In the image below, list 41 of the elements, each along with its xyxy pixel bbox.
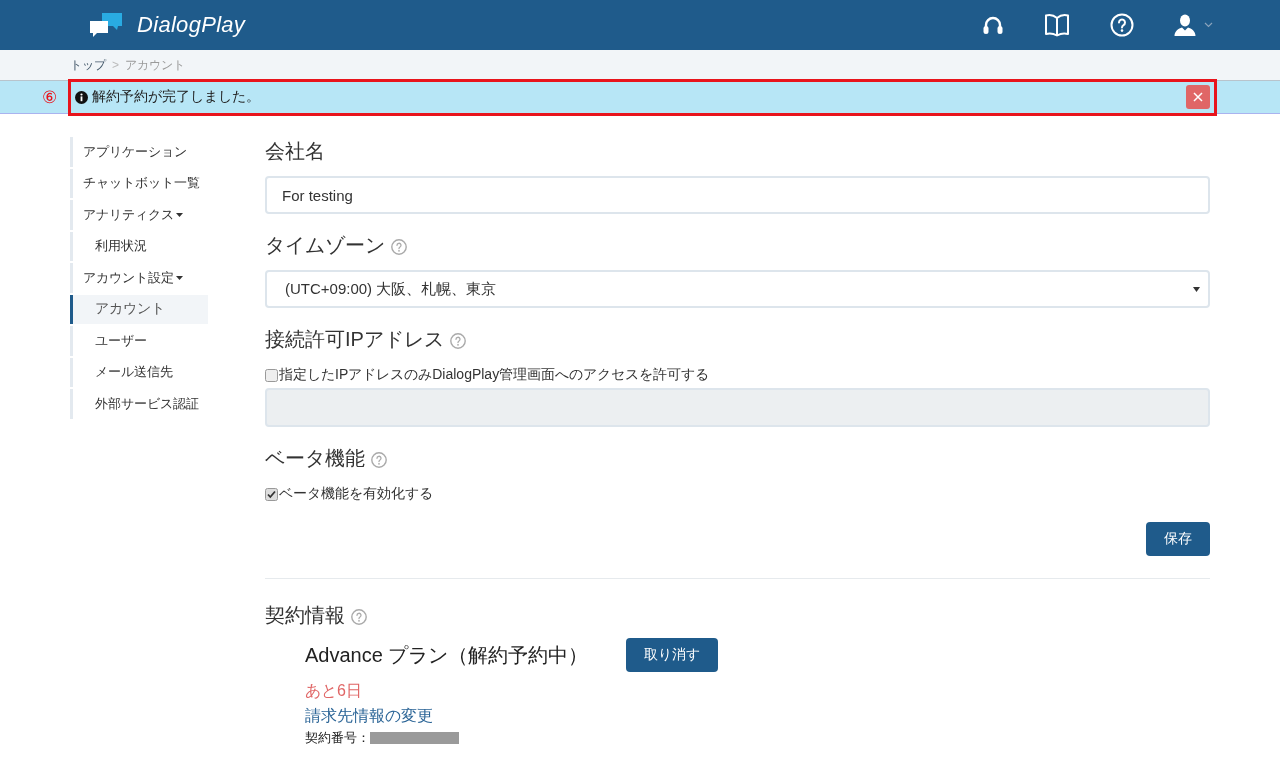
breadcrumb-separator: > bbox=[112, 58, 119, 72]
breadcrumb-link[interactable]: トップ bbox=[70, 56, 106, 74]
sidebar-item[interactable]: アカウント設定 bbox=[70, 263, 208, 293]
close-icon bbox=[1193, 92, 1203, 102]
checkbox-label: 指定したIPアドレスのみDialogPlay管理画面へのアクセスを許可する bbox=[279, 366, 710, 384]
alert-message: 解約予約が完了しました。 bbox=[92, 88, 260, 106]
plan-name: Advance プラン（解約予約中） bbox=[305, 642, 589, 668]
close-button[interactable] bbox=[1186, 85, 1210, 109]
sidebar-item[interactable]: 外部サービス認証 bbox=[70, 389, 208, 419]
breadcrumb-current: アカウント bbox=[125, 56, 185, 74]
book-icon[interactable] bbox=[1044, 13, 1070, 37]
info-icon bbox=[75, 90, 88, 104]
text-field[interactable]: For testing bbox=[265, 176, 1210, 214]
logo-icon bbox=[90, 13, 123, 37]
section-heading: 接続許可IPアドレス bbox=[265, 326, 444, 352]
logo-text: DialogPlay bbox=[137, 12, 246, 38]
user-icon[interactable] bbox=[1174, 14, 1196, 36]
contract-number-label: 契約番号： bbox=[305, 729, 370, 747]
sidebar-item[interactable]: チャットボット一覧 bbox=[70, 168, 208, 198]
section-heading: 契約情報 bbox=[265, 602, 345, 628]
sidebar-item[interactable]: アプリケーション bbox=[70, 137, 208, 167]
sidebar-item[interactable]: 利用状況 bbox=[70, 231, 208, 261]
remaining-days: あと6日 bbox=[305, 680, 362, 702]
checkbox[interactable] bbox=[265, 368, 278, 382]
section-heading: ベータ機能 bbox=[265, 445, 365, 471]
section-heading: タイムゾーン bbox=[265, 232, 385, 258]
caret-icon bbox=[1193, 286, 1200, 292]
sidebar-item[interactable]: メール送信先 bbox=[70, 357, 208, 387]
save-button[interactable]: 保存 bbox=[1146, 522, 1210, 556]
billing-link[interactable]: 請求先情報の変更 bbox=[305, 705, 433, 727]
headset-icon[interactable] bbox=[982, 15, 1004, 35]
annotation-label: ⑥ bbox=[41, 86, 58, 108]
sidebar-item[interactable]: アカウント bbox=[70, 294, 208, 324]
sidebar-item[interactable]: ユーザー bbox=[70, 326, 208, 356]
checkbox[interactable] bbox=[265, 487, 278, 501]
section-heading: 会社名 bbox=[265, 138, 325, 164]
select-field[interactable]: (UTC+09:00) 大阪、札幌、東京 bbox=[265, 270, 1210, 308]
sidebar-item[interactable]: アナリティクス bbox=[70, 200, 208, 230]
chevron-icon[interactable] bbox=[1204, 22, 1213, 28]
cancel-button[interactable]: 取り消す bbox=[626, 638, 719, 672]
checkbox-label: ベータ機能を有効化する bbox=[279, 485, 433, 503]
